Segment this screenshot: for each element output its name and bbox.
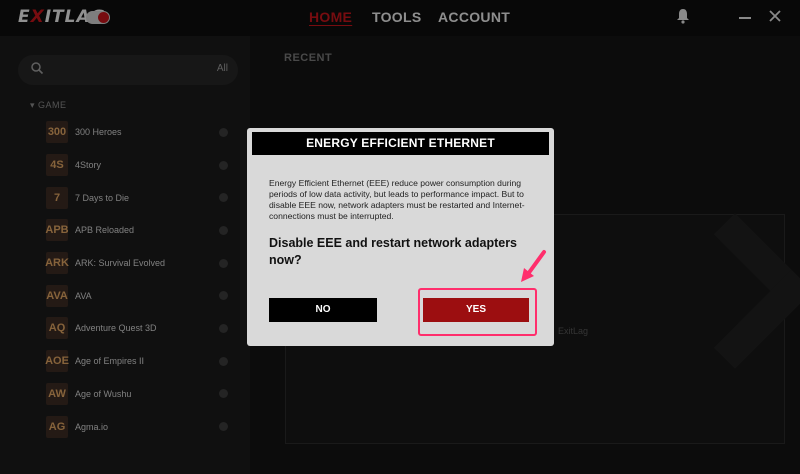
dialog-title: ENERGY EFFICIENT ETHERNET: [252, 132, 549, 155]
yes-highlight-box: [418, 288, 537, 336]
dialog-body: Energy Efficient Ethernet (EEE) reduce p…: [269, 178, 525, 221]
no-button[interactable]: NO: [269, 298, 377, 322]
pointer-arrow-icon: [521, 250, 546, 282]
dialog-question: Disable EEE and restart network adapters…: [269, 236, 518, 267]
